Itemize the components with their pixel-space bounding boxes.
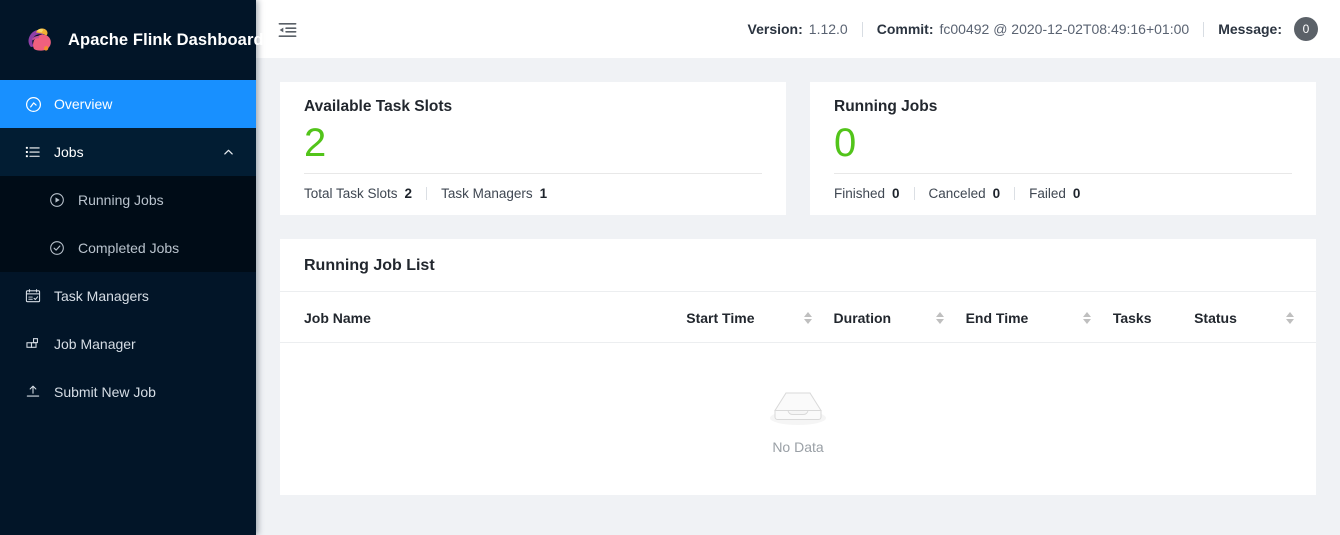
sidebar-item-jobs[interactable]: Jobs: [0, 128, 256, 176]
table-header-row: Job Name Start Time Duration: [280, 292, 1316, 343]
sidebar-item-task-managers[interactable]: Task Managers: [0, 272, 256, 320]
column-job-name: Job Name: [280, 292, 686, 343]
dashboard-icon: [24, 95, 42, 113]
sidebar-nav: Overview Jobs: [0, 80, 256, 416]
flink-dashboard-app: Apache Flink Dashboard Overview: [0, 0, 1340, 535]
column-tasks: Tasks: [1113, 292, 1194, 343]
column-end-time[interactable]: End Time: [966, 292, 1113, 343]
running-jobs-card: Running Jobs 0 Finished 0 Canceled 0 Fai…: [810, 82, 1316, 215]
column-label: Start Time: [686, 310, 754, 326]
check-circle-icon: [48, 239, 66, 257]
running-job-list-card: Running Job List Job Name: [280, 239, 1316, 495]
column-label: End Time: [966, 310, 1029, 326]
column-label: Tasks: [1113, 310, 1152, 326]
divider: [426, 187, 427, 200]
sort-toggle-icon[interactable]: [936, 312, 944, 325]
list-icon: [24, 143, 42, 161]
table-body: No Data: [280, 343, 1316, 456]
sidebar-item-label: Job Manager: [54, 337, 136, 351]
upload-icon: [24, 383, 42, 401]
list-title: Running Job List: [304, 257, 1292, 275]
sidebar-item-label: Jobs: [54, 145, 84, 159]
column-status[interactable]: Status: [1194, 292, 1316, 343]
footer-label: Canceled: [929, 186, 986, 201]
message-label: Message:: [1218, 21, 1282, 37]
card-title: Available Task Slots: [304, 98, 762, 116]
sidebar-item-label: Completed Jobs: [78, 241, 179, 255]
divider: [1014, 187, 1015, 200]
brand-header: Apache Flink Dashboard: [0, 0, 256, 80]
column-start-time[interactable]: Start Time: [686, 292, 833, 343]
empty-inbox-icon: [766, 385, 830, 431]
main-area: Version: 1.12.0 Commit: fc00492 @ 2020-1…: [256, 0, 1340, 535]
empty-state-label: No Data: [772, 439, 823, 455]
sidebar-item-submit-new-job[interactable]: Submit New Job: [0, 368, 256, 416]
chevron-up-icon[interactable]: [222, 146, 234, 158]
footer-label: Finished: [834, 186, 885, 201]
column-label: Duration: [834, 310, 892, 326]
card-footer: Finished 0 Canceled 0 Failed 0: [834, 186, 1292, 201]
jobs-submenu: Running Jobs Completed Jobs: [0, 176, 256, 272]
footer-label: Task Managers: [441, 186, 533, 201]
sort-toggle-icon[interactable]: [1083, 312, 1091, 325]
divider: [304, 173, 762, 174]
footer-value: 0: [1073, 186, 1081, 201]
card-value: 2: [304, 120, 762, 167]
brand-title: Apache Flink Dashboard: [68, 31, 264, 50]
sidebar: Apache Flink Dashboard Overview: [0, 0, 256, 535]
sidebar-item-running-jobs[interactable]: Running Jobs: [0, 176, 256, 224]
menu-fold-icon[interactable]: [274, 16, 300, 42]
empty-state-row: No Data: [280, 343, 1316, 456]
sidebar-item-job-manager[interactable]: Job Manager: [0, 320, 256, 368]
divider: [914, 187, 915, 200]
version-value: 1.12.0: [809, 21, 848, 37]
footer-label: Total Task Slots: [304, 186, 398, 201]
content-area: Available Task Slots 2 Total Task Slots …: [256, 58, 1340, 535]
footer-value: 0: [993, 186, 1001, 201]
divider: [1203, 22, 1204, 37]
sidebar-item-label: Task Managers: [54, 289, 149, 303]
sort-toggle-icon[interactable]: [1286, 312, 1294, 325]
empty-state: No Data: [280, 343, 1316, 455]
card-value: 0: [834, 120, 1292, 167]
available-task-slots-card: Available Task Slots 2 Total Task Slots …: [280, 82, 786, 215]
sidebar-item-label: Overview: [54, 97, 112, 111]
footer-value: 2: [405, 186, 413, 201]
sidebar-item-completed-jobs[interactable]: Completed Jobs: [0, 224, 256, 272]
commit-label: Commit:: [877, 21, 934, 37]
list-header: Running Job List: [280, 239, 1316, 292]
column-label: Job Name: [304, 310, 371, 326]
footer-value: 1: [540, 186, 548, 201]
commit-value: fc00492 @ 2020-12-02T08:49:16+01:00: [940, 21, 1190, 37]
message-count-badge[interactable]: 0: [1294, 17, 1318, 41]
footer-label: Failed: [1029, 186, 1066, 201]
play-circle-icon: [48, 191, 66, 209]
topbar: Version: 1.12.0 Commit: fc00492 @ 2020-1…: [256, 0, 1340, 58]
version-label: Version:: [748, 21, 803, 37]
flink-squirrel-logo: [22, 23, 56, 57]
sidebar-item-label: Submit New Job: [54, 385, 156, 399]
stat-card-row: Available Task Slots 2 Total Task Slots …: [280, 82, 1316, 215]
column-label: Status: [1194, 310, 1237, 326]
sidebar-item-label: Running Jobs: [78, 193, 164, 207]
divider: [834, 173, 1292, 174]
sidebar-item-overview[interactable]: Overview: [0, 80, 256, 128]
card-footer: Total Task Slots 2 Task Managers 1: [304, 186, 762, 201]
sort-toggle-icon[interactable]: [804, 312, 812, 325]
divider: [862, 22, 863, 37]
running-jobs-table: Job Name Start Time Duration: [280, 292, 1316, 455]
topbar-info: Version: 1.12.0 Commit: fc00492 @ 2020-1…: [748, 17, 1318, 41]
column-duration[interactable]: Duration: [834, 292, 966, 343]
card-title: Running Jobs: [834, 98, 1292, 116]
footer-value: 0: [892, 186, 900, 201]
blocks-icon: [24, 335, 42, 353]
schedule-icon: [24, 287, 42, 305]
